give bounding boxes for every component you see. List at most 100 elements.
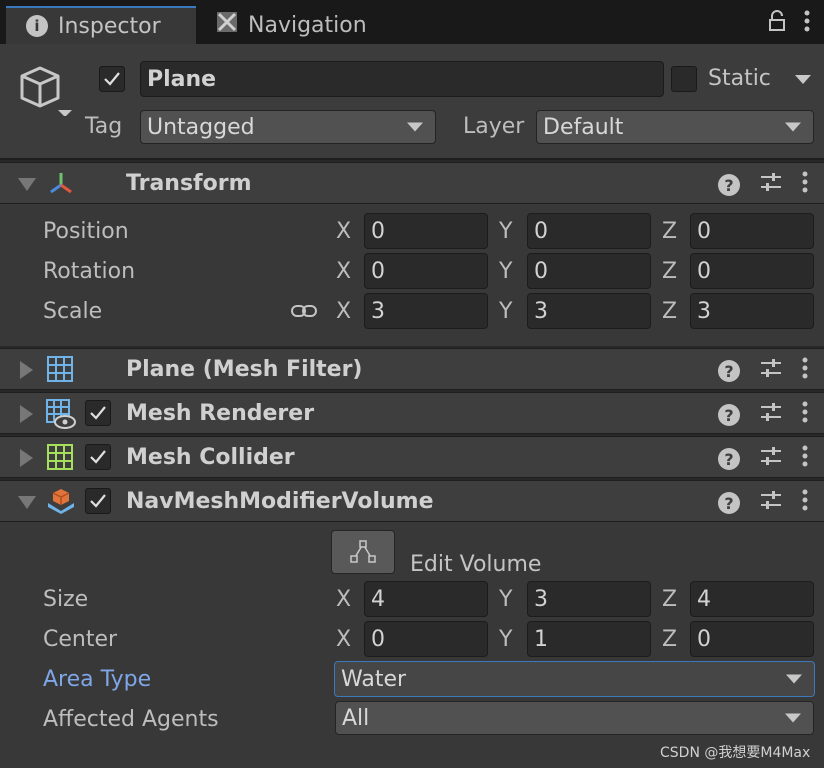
help-icon[interactable]: ?	[718, 448, 740, 470]
tag-value: Untagged	[147, 114, 255, 140]
object-name-value: Plane	[147, 66, 217, 92]
presets-icon[interactable]	[760, 402, 782, 428]
tag-dropdown[interactable]: Untagged	[140, 110, 436, 144]
position-y-field[interactable]: 0	[527, 213, 651, 249]
scale-x-field[interactable]: 3	[364, 293, 488, 329]
position-x-field[interactable]: 0	[364, 213, 488, 249]
info-icon: i	[26, 15, 48, 37]
size-label: Size	[43, 587, 89, 612]
axis-x-label[interactable]: X	[336, 299, 351, 324]
navigation-icon	[216, 11, 238, 39]
size-y-field[interactable]: 3	[527, 581, 651, 617]
mesh-filter-header[interactable]: Plane (Mesh Filter) ?	[0, 348, 824, 390]
static-dropdown-caret[interactable]	[795, 75, 811, 84]
axis-y-label[interactable]: Y	[499, 627, 512, 652]
rotation-x-field[interactable]: 0	[364, 253, 488, 289]
mesh-collider-icon	[47, 444, 73, 476]
center-z-field[interactable]: 0	[690, 621, 814, 657]
navmesh-modifier-body: Edit Volume Size X 4 Y 3 Z 4 Center X 0 …	[0, 522, 824, 768]
active-checkbox[interactable]	[99, 66, 125, 92]
transform-title: Transform	[126, 171, 252, 196]
foldout-expanded-icon[interactable]	[18, 496, 36, 509]
presets-icon[interactable]	[760, 358, 782, 384]
axis-z-label[interactable]: Z	[662, 627, 677, 652]
center-x-field[interactable]: 0	[364, 621, 488, 657]
help-icon[interactable]: ?	[718, 404, 740, 426]
mesh-renderer-enabled-checkbox[interactable]	[85, 400, 111, 426]
axis-x-label[interactable]: X	[336, 219, 351, 244]
watermark: CSDN @我想要M4Max	[660, 745, 811, 761]
edit-volume-button[interactable]	[331, 530, 395, 574]
tab-navigation-label: Navigation	[248, 12, 367, 38]
presets-icon[interactable]	[760, 446, 782, 472]
position-z-field[interactable]: 0	[690, 213, 814, 249]
mesh-collider-enabled-checkbox[interactable]	[85, 444, 111, 470]
size-x-field[interactable]: 4	[364, 581, 488, 617]
tab-inspector-label: Inspector	[58, 13, 161, 39]
navmesh-modifier-header[interactable]: NavMeshModifierVolume ?	[0, 480, 824, 522]
chevron-down-icon	[785, 122, 801, 132]
axis-z-label[interactable]: Z	[662, 219, 677, 244]
object-name-field[interactable]: Plane	[140, 61, 664, 97]
mesh-filter-icon	[47, 356, 73, 388]
inspector-header: Plane Static Tag Untagged Layer Default	[0, 44, 824, 160]
center-y-field[interactable]: 1	[527, 621, 651, 657]
help-icon[interactable]: ?	[718, 360, 740, 382]
help-icon[interactable]: ?	[718, 174, 740, 196]
presets-icon[interactable]	[760, 172, 782, 198]
more-vertical-icon[interactable]	[802, 489, 808, 517]
scale-x-value: 3	[371, 298, 385, 324]
navmesh-modifier-enabled-checkbox[interactable]	[85, 488, 111, 514]
rotation-y-field[interactable]: 0	[527, 253, 651, 289]
scale-y-field[interactable]: 3	[527, 293, 651, 329]
axis-x-label[interactable]: X	[336, 259, 351, 284]
area-type-label: Area Type	[43, 667, 152, 692]
rotation-label: Rotation	[43, 259, 136, 284]
axis-y-label[interactable]: Y	[499, 587, 512, 612]
axis-y-label[interactable]: Y	[499, 259, 512, 284]
rotation-z-value: 0	[697, 258, 711, 284]
help-icon[interactable]: ?	[718, 492, 740, 514]
axis-x-label[interactable]: X	[336, 627, 351, 652]
presets-icon[interactable]	[760, 490, 782, 516]
chevron-down-icon	[786, 674, 802, 684]
more-vertical-icon[interactable]	[802, 401, 808, 429]
more-vertical-icon[interactable]	[802, 445, 808, 473]
transform-header[interactable]: Transform ?	[0, 162, 824, 204]
size-z-field[interactable]: 4	[690, 581, 814, 617]
tab-navigation[interactable]: Navigation	[196, 6, 396, 44]
mesh-collider-header[interactable]: Mesh Collider ?	[0, 436, 824, 478]
foldout-collapsed-icon[interactable]	[20, 449, 33, 467]
axis-z-label[interactable]: Z	[662, 299, 677, 324]
rotation-z-field[interactable]: 0	[690, 253, 814, 289]
size-z-value: 4	[697, 586, 711, 612]
lock-icon[interactable]	[768, 10, 786, 38]
layer-dropdown[interactable]: Default	[536, 110, 814, 144]
more-vertical-icon[interactable]	[802, 171, 808, 199]
axis-y-label[interactable]: Y	[499, 219, 512, 244]
axis-z-label[interactable]: Z	[662, 259, 677, 284]
scale-label: Scale	[43, 299, 103, 324]
navmesh-modifier-icon	[47, 487, 75, 521]
mesh-renderer-header[interactable]: Mesh Renderer ?	[0, 392, 824, 434]
axis-y-label[interactable]: Y	[499, 299, 512, 324]
position-z-value: 0	[697, 218, 711, 244]
axis-z-label[interactable]: Z	[662, 587, 677, 612]
static-checkbox[interactable]	[671, 66, 697, 92]
more-vertical-icon[interactable]	[802, 357, 808, 385]
center-z-value: 0	[697, 626, 711, 652]
tab-inspector[interactable]: i Inspector	[6, 6, 196, 44]
link-icon[interactable]	[291, 300, 317, 325]
size-y-value: 3	[534, 586, 548, 612]
axis-x-label[interactable]: X	[336, 587, 351, 612]
affected-agents-dropdown[interactable]: All	[335, 701, 814, 735]
gameobject-icon[interactable]	[18, 64, 74, 122]
scale-z-value: 3	[697, 298, 711, 324]
foldout-collapsed-icon[interactable]	[20, 361, 33, 379]
foldout-collapsed-icon[interactable]	[20, 405, 33, 423]
edit-bounds-icon	[350, 540, 376, 563]
area-type-dropdown[interactable]: Water	[334, 661, 815, 697]
more-vertical-icon[interactable]	[804, 10, 810, 38]
foldout-expanded-icon[interactable]	[18, 178, 36, 191]
scale-z-field[interactable]: 3	[690, 293, 814, 329]
